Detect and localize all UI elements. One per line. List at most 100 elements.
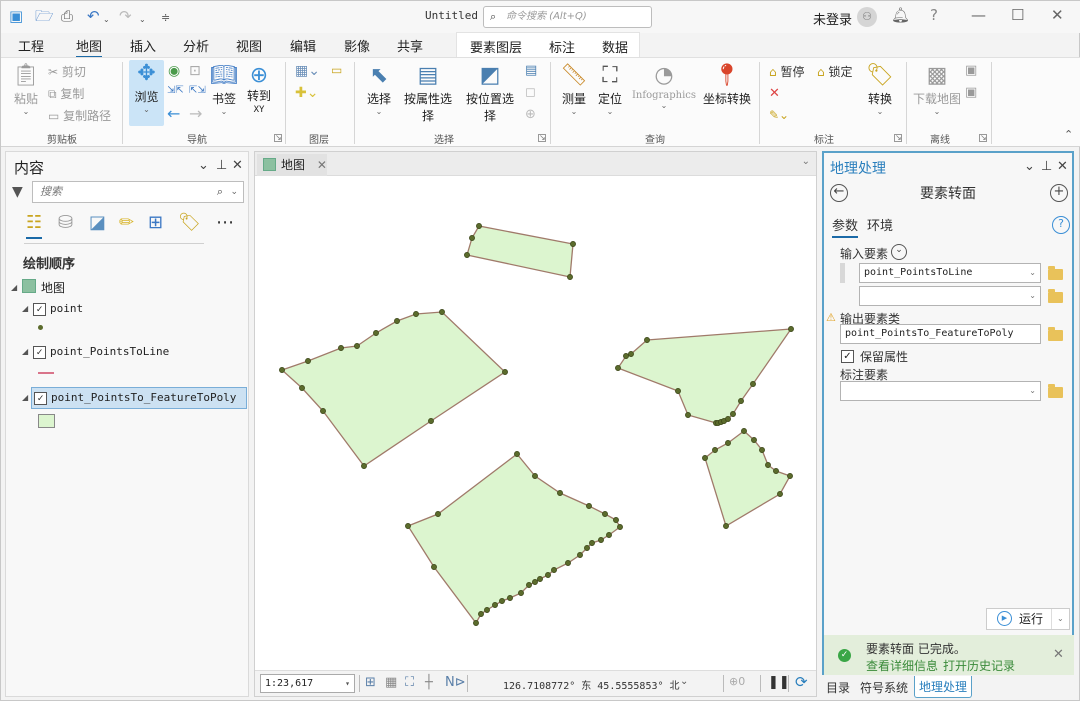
map-polygon-feature[interactable] bbox=[704, 430, 791, 527]
convert-coordinates-button[interactable]: 📍︎ 坐标转换 bbox=[702, 62, 752, 107]
search-options-icon[interactable]: ⌄ bbox=[230, 182, 238, 202]
selection-launcher-icon[interactable]: ↘ bbox=[538, 134, 546, 142]
open-project-icon[interactable]: 🗁 bbox=[35, 7, 54, 25]
pane-menu-icon[interactable]: ⌄ bbox=[198, 158, 209, 173]
line-symbol[interactable] bbox=[38, 372, 54, 374]
map-point-feature[interactable] bbox=[478, 611, 484, 617]
layer-visibility-checkbox[interactable]: ✓ bbox=[33, 345, 46, 359]
point-symbol[interactable] bbox=[38, 325, 43, 330]
map-point-feature[interactable] bbox=[750, 381, 756, 387]
help-icon[interactable]: ? bbox=[930, 6, 938, 24]
paste-button[interactable]: 📋︎ 粘贴 ⌄ bbox=[11, 62, 41, 116]
map-point-feature[interactable] bbox=[545, 572, 551, 578]
locate-button[interactable]: ⛶ 定位 ⌄ bbox=[595, 62, 625, 116]
new-project-icon[interactable]: ▣ bbox=[9, 7, 23, 25]
fixed-zoom-out-icon[interactable]: ⇱⇲ bbox=[189, 85, 206, 96]
map-point-feature[interactable] bbox=[685, 412, 691, 418]
browse-folder-icon[interactable] bbox=[1048, 266, 1063, 280]
map-point-feature[interactable] bbox=[602, 511, 608, 517]
maximize-icon[interactable]: ☐ bbox=[1011, 6, 1024, 24]
map-point-feature[interactable] bbox=[373, 330, 379, 336]
map-point-feature[interactable] bbox=[305, 358, 311, 364]
map-point-feature[interactable] bbox=[723, 523, 729, 529]
select-by-attributes-button[interactable]: ▤ 按属性选择 bbox=[399, 62, 457, 124]
map-point-feature[interactable] bbox=[730, 411, 736, 417]
map-point-feature[interactable] bbox=[617, 524, 623, 530]
copy-path-button[interactable]: ▭ 复制路径 bbox=[48, 107, 111, 124]
constraints-icon[interactable]: ┼ bbox=[425, 675, 433, 690]
offline-launcher-icon[interactable]: ↘ bbox=[979, 134, 987, 142]
map-point-feature[interactable] bbox=[469, 235, 475, 241]
list-by-drawing-order-icon[interactable]: ☷ bbox=[26, 212, 43, 239]
close-pane-icon[interactable]: ✕ bbox=[232, 158, 243, 173]
north-arrow-icon[interactable]: N⊳ bbox=[445, 675, 466, 690]
tab-list-icon[interactable]: ⌄ bbox=[802, 156, 810, 167]
help-icon[interactable]: ? bbox=[1052, 216, 1070, 234]
map-point-feature[interactable] bbox=[577, 552, 583, 558]
map-point-feature[interactable] bbox=[320, 408, 326, 414]
next-extent-icon[interactable]: → bbox=[189, 104, 202, 123]
dismiss-message-icon[interactable]: ✕ bbox=[1053, 647, 1064, 662]
measure-button[interactable]: 📏︎ 测量 ⌄ bbox=[557, 62, 591, 116]
undo-dropdown-icon[interactable]: ⌄ bbox=[103, 11, 110, 29]
map-point-feature[interactable] bbox=[473, 620, 479, 626]
tab-symbology[interactable]: 符号系统 bbox=[860, 679, 908, 696]
basemap-icon[interactable]: ▦⌄ bbox=[295, 63, 320, 79]
list-by-source-icon[interactable]: ⛁ bbox=[58, 212, 73, 234]
map-point-feature[interactable] bbox=[484, 607, 490, 613]
layer-visibility-checkbox[interactable]: ✓ bbox=[33, 302, 46, 316]
keep-attributes-checkbox[interactable]: ✓ bbox=[841, 350, 854, 363]
map-point-feature[interactable] bbox=[428, 418, 434, 424]
map-point-feature[interactable] bbox=[502, 369, 508, 375]
navigate-launcher-icon[interactable]: ↘ bbox=[274, 134, 282, 142]
close-tab-icon[interactable]: ✕ bbox=[317, 158, 327, 172]
label-options-icon[interactable]: ✎⌄ bbox=[769, 108, 789, 122]
map-point-feature[interactable] bbox=[405, 523, 411, 529]
map-point-feature[interactable] bbox=[725, 416, 731, 422]
view-details-link[interactable]: 查看详细信息 bbox=[866, 657, 938, 674]
tab-analysis[interactable]: 分析 bbox=[183, 36, 209, 55]
layer-feature-to-poly[interactable]: ✓ point_PointsTo_FeatureToPoly bbox=[31, 387, 247, 409]
previous-extent-icon[interactable]: ← bbox=[167, 104, 180, 123]
map-point-feature[interactable] bbox=[361, 463, 367, 469]
map-point-feature[interactable] bbox=[751, 437, 757, 443]
map-point-feature[interactable] bbox=[788, 326, 794, 332]
tab-catalog[interactable]: 目录 bbox=[826, 679, 850, 696]
browse-folder-icon[interactable] bbox=[1048, 289, 1063, 303]
layer-point[interactable]: ✓ point bbox=[33, 300, 83, 318]
map-polygon-feature[interactable] bbox=[280, 311, 507, 467]
map-point-feature[interactable] bbox=[623, 353, 629, 359]
layer-visibility-checkbox[interactable]: ✓ bbox=[34, 391, 47, 405]
label-features-field[interactable]: ⌄ bbox=[840, 381, 1041, 401]
expand-map-icon[interactable]: ◢ bbox=[11, 283, 17, 292]
tab-environments[interactable]: 环境 bbox=[867, 215, 893, 234]
map-polygon-feature[interactable] bbox=[407, 453, 621, 625]
expand-layer-icon[interactable]: ◢ bbox=[22, 393, 28, 402]
tab-data[interactable]: 数据 bbox=[602, 37, 628, 56]
infographics-button[interactable]: ◔ Infographics ⌄ bbox=[629, 62, 699, 110]
remove-labels-icon[interactable]: ✕ bbox=[769, 86, 780, 101]
lock-labeling-button[interactable]: ⌂ 锁定 bbox=[817, 63, 852, 80]
attribute-table-icon[interactable]: ▭ bbox=[331, 63, 342, 77]
full-extent-icon[interactable]: ◉ bbox=[168, 63, 180, 79]
cut-button[interactable]: ✂ 剪切 bbox=[48, 63, 86, 80]
expand-layer-icon[interactable]: ◢ bbox=[22, 347, 28, 356]
map-point-feature[interactable] bbox=[354, 343, 360, 349]
input-options-icon[interactable]: ⌄ bbox=[891, 244, 907, 260]
map-point-feature[interactable] bbox=[613, 517, 619, 523]
map-point-feature[interactable] bbox=[551, 567, 557, 573]
customize-quick-access-icon[interactable]: ≑ bbox=[161, 9, 170, 27]
polygon-symbol[interactable] bbox=[38, 414, 55, 428]
map-point-feature[interactable] bbox=[338, 345, 344, 351]
tab-imagery[interactable]: 影像 bbox=[344, 36, 370, 55]
map-point-feature[interactable] bbox=[589, 540, 595, 546]
map-point-feature[interactable] bbox=[565, 560, 571, 566]
login-status[interactable]: 未登录 bbox=[813, 9, 852, 28]
run-button[interactable]: ▶ 运行 ⌄ bbox=[986, 608, 1070, 630]
map-point-feature[interactable] bbox=[532, 473, 538, 479]
map-point-feature[interactable] bbox=[537, 576, 543, 582]
add-icon[interactable]: + bbox=[1050, 184, 1068, 202]
map-point-feature[interactable] bbox=[738, 398, 744, 404]
bookmarks-button[interactable]: 📖︎ 书签 ⌄ bbox=[209, 62, 239, 116]
pause-drawing-icon[interactable]: ❚❚ bbox=[768, 675, 790, 690]
